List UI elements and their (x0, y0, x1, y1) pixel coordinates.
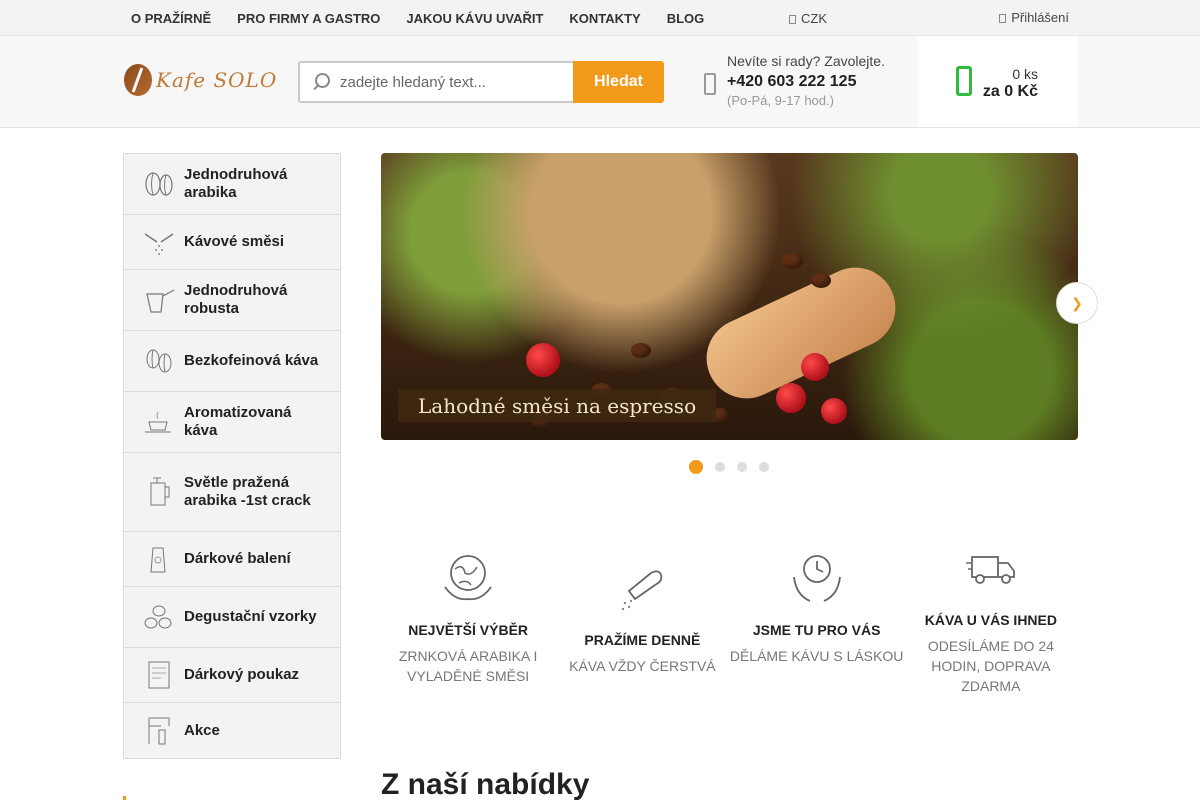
feature-title: NEJVĚTŠÍ VÝBĚR (408, 622, 529, 638)
scoop-icon (555, 558, 729, 618)
category-label: Dárkový poukaz (184, 666, 300, 683)
category-item-svetle-prazena[interactable]: Světle pražená arabika -1st crack (124, 453, 340, 532)
hero-banner[interactable]: Lahodné směsi na espresso (381, 153, 1078, 440)
nav-link-blog[interactable]: BLOG (654, 11, 718, 26)
globe-hands-icon (381, 548, 555, 608)
feature-subtitle: DĚLÁME KÁVU S LÁSKOU (729, 648, 904, 664)
feature-item: KÁVA U VÁS IHNED ODESÍLÁME DO 24 HODIN, … (904, 538, 1078, 696)
coffee-blend-icon (142, 225, 176, 259)
category-item-bezkofeinova[interactable]: Bezkofeinová káva (124, 331, 340, 392)
sale-icon (142, 714, 176, 748)
category-label: Světle pražená arabika -1st crack (184, 474, 311, 509)
category-item-darkovy-poukaz[interactable]: Dárkový poukaz (124, 648, 340, 703)
sidebar-accent (123, 796, 126, 800)
contact-question: Nevíte si rady? Zavolejte. (727, 53, 885, 69)
search-box (298, 61, 573, 103)
features-row: NEJVĚTŠÍ VÝBĚR ZRNKOVÁ ARABIKA I VYLADĚN… (381, 540, 1078, 696)
coffee-bean-image (781, 253, 803, 269)
logo-text: Kafe SOLO (156, 68, 278, 92)
cart-count: 0 ks (1012, 66, 1038, 82)
category-label: Aromatizovaná káva (184, 404, 292, 439)
cup-icon (142, 405, 176, 439)
feature-item: JSME TU PRO VÁS DĚLÁME KÁVU S LÁSKOU (730, 548, 904, 696)
nav-link-o-prazirne[interactable]: O PRAŽÍRNĚ (118, 11, 224, 26)
search-button[interactable]: Hledat (573, 61, 664, 103)
feature-subtitle: KÁVA VŽDY ČERSTVÁ (569, 658, 716, 674)
search-icon (312, 73, 330, 91)
search-form: Hledat (298, 61, 664, 103)
coffee-bean-image (631, 343, 651, 358)
category-item-kavove-smesi[interactable]: Kávové směsi (124, 215, 340, 270)
gift-bag-icon (142, 542, 176, 576)
delivery-truck-icon (904, 538, 1078, 598)
contact-hours: (Po-Pá, 9-17 hod.) (727, 93, 834, 108)
french-press-icon (142, 475, 176, 509)
clock-hands-icon (730, 548, 904, 608)
decaf-icon (142, 344, 176, 378)
category-item-jednodruhova-robusta[interactable]: Jednodruhová robusta (124, 270, 340, 331)
feature-subtitle: ZRNKOVÁ ARABIKA I VYLADĚNÉ SMĚSI (398, 648, 538, 684)
slider-dot-2[interactable] (715, 462, 725, 472)
slider-dot-4[interactable] (759, 462, 769, 472)
coffee-beans-icon (142, 167, 176, 201)
coffee-cherry-image (801, 353, 829, 381)
slider-dot-3[interactable] (737, 462, 747, 472)
category-item-akce[interactable]: Akce (124, 703, 340, 758)
login-link[interactable]: Přihlášení (999, 10, 1069, 25)
slider-next-button[interactable]: ❯ (1056, 282, 1098, 324)
user-icon (999, 14, 1007, 24)
category-item-darkove-baleni[interactable]: Dárkové balení (124, 532, 340, 587)
category-item-aromatizovana[interactable]: Aromatizovaná káva (124, 392, 340, 453)
login-label: Přihlášení (1011, 10, 1069, 25)
coffee-cherry-image (526, 343, 560, 377)
top-nav: O PRAŽÍRNĚ PRO FIRMY A GASTRO JAKOU KÁVU… (118, 0, 717, 36)
chevron-right-icon: ❯ (1071, 294, 1083, 311)
nav-link-kontakty[interactable]: KONTAKTY (556, 11, 653, 26)
currency-label: CZK (801, 11, 827, 26)
slider-dots (689, 460, 781, 474)
category-item-degustacni-vzorky[interactable]: Degustační vzorky (124, 587, 340, 648)
nav-link-pro-firmy[interactable]: PRO FIRMY A GASTRO (224, 11, 393, 26)
feature-title: KÁVA U VÁS IHNED (924, 612, 1057, 628)
feature-item: NEJVĚTŠÍ VÝBĚR ZRNKOVÁ ARABIKA I VYLADĚN… (381, 548, 555, 696)
currency-selector[interactable]: CZK (789, 11, 827, 26)
slider-dot-1[interactable] (689, 460, 703, 474)
phone-icon (704, 73, 716, 95)
coffee-bean-logo-icon (124, 64, 152, 96)
category-label: Degustační vzorky (184, 608, 317, 625)
cart-icon (956, 66, 972, 96)
category-label: Bezkofeinová káva (184, 352, 319, 369)
feature-title: JSME TU PRO VÁS (752, 622, 881, 638)
top-bar: O PRAŽÍRNĚ PRO FIRMY A GASTRO JAKOU KÁVU… (0, 0, 1200, 36)
category-label: Dárkové balení (184, 550, 291, 567)
feature-item: PRAŽÍME DENNĚ KÁVA VŽDY ČERSTVÁ (555, 558, 729, 696)
banner-caption: Lahodné směsi na espresso (398, 389, 717, 422)
cart-total: za 0 Kč (982, 83, 1038, 100)
coffee-cherry-image (821, 398, 847, 424)
cezve-icon (142, 283, 176, 317)
cart-widget[interactable]: 0 ks za 0 Kč (918, 36, 1078, 127)
category-sidebar: Jednodruhová arabika Kávové směsi Jednod… (123, 153, 341, 759)
section-title: Z naší nabídky (381, 768, 590, 801)
category-label: Jednodruhová arabika (184, 166, 288, 201)
voucher-icon (142, 658, 176, 692)
currency-icon (789, 15, 796, 25)
samples-icon (142, 600, 176, 634)
site-header: Kafe SOLO Hledat Nevíte si rady? Zavolej… (0, 36, 1200, 128)
contact-phone[interactable]: +420 603 222 125 (727, 73, 885, 91)
contact-info: Nevíte si rady? Zavolejte. +420 603 222 … (727, 53, 885, 108)
coffee-bean-image (811, 273, 831, 288)
feature-title: PRAŽÍME DENNĚ (584, 632, 701, 648)
coffee-cherry-image (776, 383, 806, 413)
feature-subtitle: ODESÍLÁME DO 24 HODIN, DOPRAVA ZDARMA (927, 638, 1054, 694)
category-label: Kávové směsi (184, 233, 285, 250)
category-label: Jednodruhová robusta (184, 282, 288, 317)
search-input[interactable] (340, 73, 560, 91)
nav-link-jakou-kavu[interactable]: JAKOU KÁVU UVAŘIT (393, 11, 556, 26)
category-label: Akce (184, 721, 220, 739)
logo[interactable]: Kafe SOLO (124, 64, 277, 96)
category-item-jednodruhova-arabika[interactable]: Jednodruhová arabika (124, 154, 340, 215)
